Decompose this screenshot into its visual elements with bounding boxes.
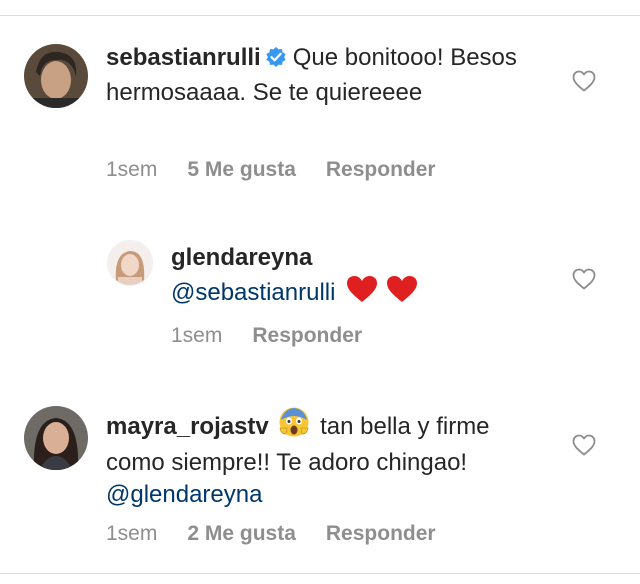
username[interactable]: mayra_rojastv — [106, 413, 269, 440]
reply-button[interactable]: Responder — [326, 522, 436, 545]
reply-button[interactable]: Responder — [326, 158, 436, 181]
username[interactable]: glendareyna — [171, 244, 312, 271]
comment-body: sebastianrulli Que bonitooo! Besos hermos… — [106, 42, 526, 109]
username[interactable]: sebastianrulli — [106, 44, 261, 71]
avatar-sebastianrulli[interactable] — [24, 44, 88, 108]
likes-count[interactable]: 2 Me gusta — [187, 522, 296, 545]
heart-outline-icon[interactable] — [572, 434, 596, 461]
red-heart-emoji — [345, 274, 379, 313]
avatar-mayra-rojastv[interactable] — [24, 406, 88, 470]
heart-outline-icon[interactable] — [572, 70, 596, 97]
timestamp[interactable]: 1sem — [106, 158, 157, 181]
divider-top — [0, 15, 640, 16]
screaming-face-emoji — [278, 406, 310, 447]
comment-meta: 1sem 2 Me gusta Responder — [106, 522, 466, 546]
avatar-glendareyna[interactable] — [107, 240, 153, 286]
verified-badge-icon — [265, 45, 287, 77]
red-heart-emoji — [385, 274, 419, 313]
divider-bottom — [0, 573, 640, 574]
timestamp[interactable]: 1sem — [106, 522, 157, 545]
timestamp[interactable]: 1sem — [171, 324, 222, 347]
comment-body: mayra_rojastv tan bella y firme como sie… — [106, 406, 526, 511]
mention-link[interactable]: @sebastianrulli — [171, 279, 335, 306]
reply-button[interactable]: Responder — [252, 324, 362, 347]
mention-link[interactable]: @glendareyna — [106, 481, 262, 508]
comment-body: glendareyna @sebastianrulli — [171, 242, 591, 313]
comment-meta: 1sem 5 Me gusta Responder — [106, 158, 466, 182]
comment-meta: 1sem Responder — [171, 324, 392, 348]
likes-count[interactable]: 5 Me gusta — [187, 158, 296, 181]
heart-outline-icon[interactable] — [572, 268, 596, 295]
